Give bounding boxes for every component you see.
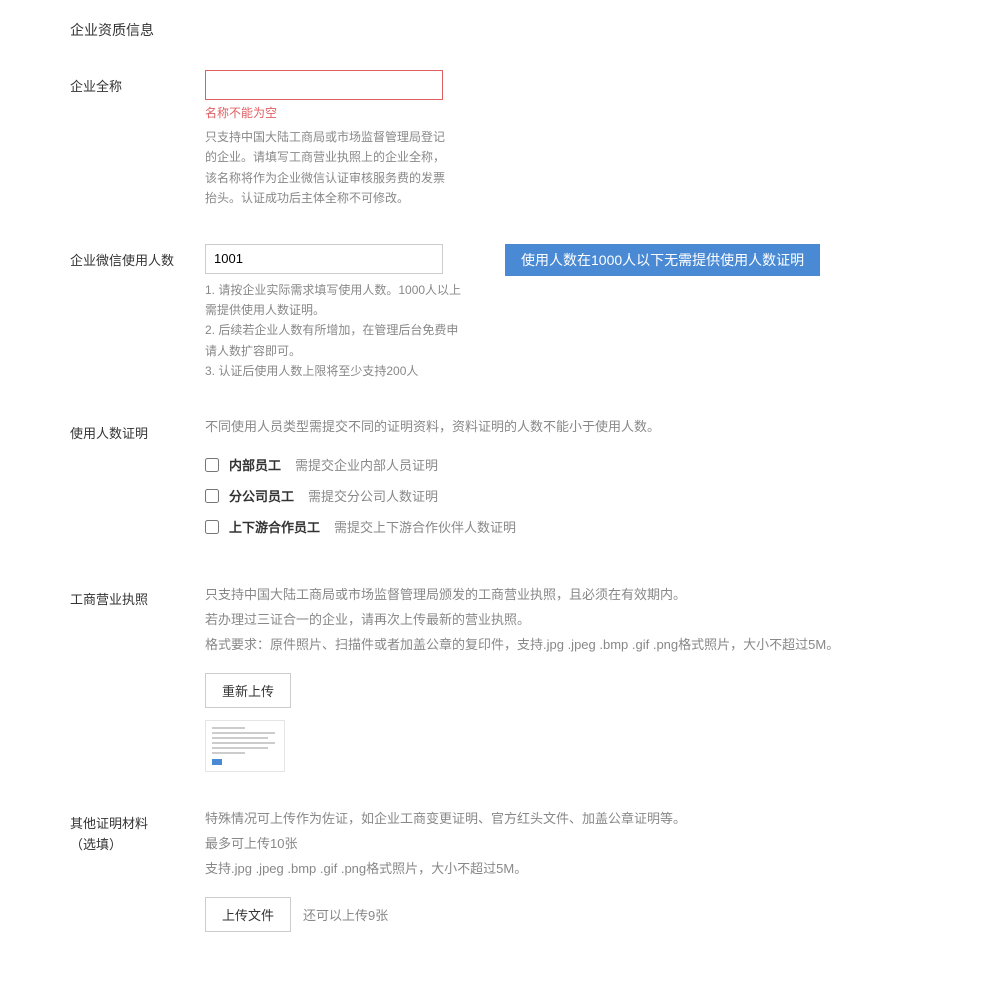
user-count-banner: 使用人数在1000人以下无需提供使用人数证明 — [505, 244, 820, 276]
company-name-error: 名称不能为空 — [205, 104, 925, 121]
other-desc-l1: 特殊情况可上传作为佐证，如企业工商变更证明、官方红头文件、加盖公章证明等。 — [205, 811, 686, 826]
company-name-help: 只支持中国大陆工商局或市场监督管理局登记的企业。请填写工商营业执照上的企业全称，… — [205, 127, 445, 209]
user-proof-desc: 不同使用人员类型需提交不同的证明资料，资料证明的人数不能小于使用人数。 — [205, 417, 925, 438]
row-company-name: 企业全称 名称不能为空 只支持中国大陆工商局或市场监督管理局登记的企业。请填写工… — [70, 70, 974, 209]
license-desc-l3: 格式要求：原件照片、扫描件或者加盖公章的复印件，支持.jpg .jpeg .bm… — [205, 637, 839, 652]
checkbox-row-partner: 上下游合作员工 需提交上下游合作伙伴人数证明 — [205, 517, 925, 536]
row-license: 工商营业执照 只支持中国大陆工商局或市场监督管理局颁发的工商营业执照，且必须在有… — [70, 583, 974, 772]
upload-remaining: 还可以上传9张 — [303, 905, 388, 924]
license-desc-l2: 若办理过三证合一的企业，请再次上传最新的营业执照。 — [205, 612, 530, 627]
label-user-count: 企业微信使用人数 — [70, 244, 205, 269]
company-name-input[interactable] — [205, 70, 443, 100]
row-user-proof: 使用人数证明 不同使用人员类型需提交不同的证明资料，资料证明的人数不能小于使用人… — [70, 417, 974, 549]
checkbox-partner-label: 上下游合作员工 — [229, 517, 320, 536]
checkbox-internal[interactable] — [205, 458, 219, 472]
license-desc: 只支持中国大陆工商局或市场监督管理局颁发的工商营业执照，且必须在有效期内。 若办… — [205, 583, 925, 657]
upload-file-button[interactable]: 上传文件 — [205, 897, 291, 932]
checkbox-row-branch: 分公司员工 需提交分公司人数证明 — [205, 486, 925, 505]
checkbox-internal-desc: 需提交企业内部人员证明 — [295, 455, 438, 474]
checkbox-branch[interactable] — [205, 489, 219, 503]
checkbox-branch-desc: 需提交分公司人数证明 — [308, 486, 438, 505]
label-user-proof: 使用人数证明 — [70, 417, 205, 442]
checkbox-internal-label: 内部员工 — [229, 455, 281, 474]
checkbox-branch-label: 分公司员工 — [229, 486, 294, 505]
other-desc-l3: 支持.jpg .jpeg .bmp .gif .png格式照片，大小不超过5M。 — [205, 861, 527, 876]
row-other-materials: 其他证明材料 （选填） 特殊情况可上传作为佐证，如企业工商变更证明、官方红头文件… — [70, 807, 974, 932]
label-license: 工商营业执照 — [70, 583, 205, 608]
other-materials-label-l1: 其他证明材料 — [70, 816, 148, 831]
label-other-materials: 其他证明材料 （选填） — [70, 807, 205, 853]
checkbox-partner[interactable] — [205, 520, 219, 534]
label-company-name: 企业全称 — [70, 70, 205, 95]
other-desc-l2: 最多可上传10张 — [205, 836, 297, 851]
reupload-button[interactable]: 重新上传 — [205, 673, 291, 708]
checkbox-row-internal: 内部员工 需提交企业内部人员证明 — [205, 455, 925, 474]
user-count-input[interactable] — [205, 244, 443, 274]
checkbox-partner-desc: 需提交上下游合作伙伴人数证明 — [334, 517, 516, 536]
other-materials-desc: 特殊情况可上传作为佐证，如企业工商变更证明、官方红头文件、加盖公章证明等。 最多… — [205, 807, 925, 881]
license-thumbnail[interactable] — [205, 720, 285, 772]
user-count-help: 1. 请按企业实际需求填写使用人数。1000人以上需提供使用人数证明。 2. 后… — [205, 280, 465, 382]
row-user-count: 企业微信使用人数 1. 请按企业实际需求填写使用人数。1000人以上需提供使用人… — [70, 244, 974, 382]
section-title: 企业资质信息 — [70, 20, 974, 40]
other-materials-label-l2: （选填） — [70, 834, 205, 853]
license-desc-l1: 只支持中国大陆工商局或市场监督管理局颁发的工商营业执照，且必须在有效期内。 — [205, 587, 686, 602]
